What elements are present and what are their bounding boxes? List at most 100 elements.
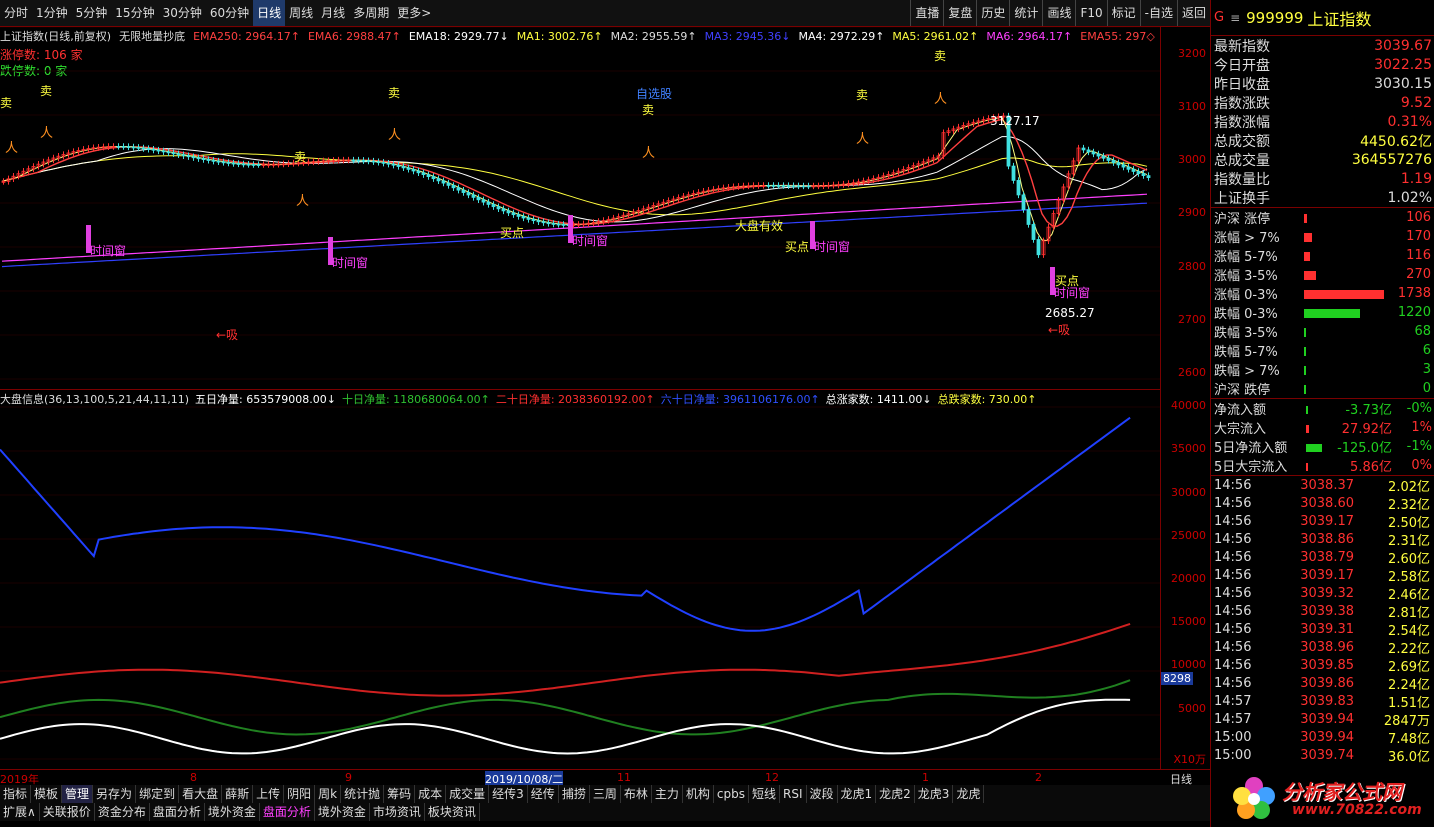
indicator-tab-18[interactable]: 布林 — [621, 785, 652, 803]
period-tab-6[interactable]: 日线 — [253, 0, 286, 26]
indicator-tab-4[interactable]: 绑定到 — [136, 785, 180, 803]
indicator-tab-2[interactable]: 管理 — [62, 785, 94, 803]
distribution-row: 沪深 跌停 0 — [1211, 379, 1434, 398]
tick-row: 14:56 3039.31 2.54亿 — [1211, 620, 1434, 639]
panel-tab-4[interactable]: 境外资金 — [205, 803, 260, 821]
distribution-bar-track — [1302, 250, 1392, 262]
panel-tab-6[interactable]: 境外资金 — [315, 803, 370, 821]
flow-value: -3.73亿 — [1345, 403, 1392, 418]
quote-value: 9.52 — [1400, 94, 1432, 111]
indicator-tab-28[interactable]: 龙虎 — [953, 785, 985, 803]
indicator-tab-23[interactable]: RSI — [780, 785, 807, 803]
indicator-tab-7[interactable]: 上传 — [253, 785, 285, 803]
five-day-net-line — [0, 698, 1131, 755]
period-tab-7[interactable]: 周线 — [285, 0, 317, 26]
quote-value: 3039.67 — [1374, 37, 1432, 54]
panel-tab-3[interactable]: 盘面分析 — [150, 803, 205, 821]
volume-tick-7: 5000 — [1178, 701, 1206, 715]
indicator-tab-24[interactable]: 波段 — [807, 785, 838, 803]
indicator-tab-9[interactable]: 周k — [315, 785, 342, 803]
toolbar-button-5[interactable]: F10 — [1075, 0, 1106, 26]
period-tab-4[interactable]: 30分钟 — [159, 0, 206, 26]
toolbar-button-7[interactable]: -自选 — [1139, 0, 1177, 26]
tick-time: 14:57 — [1214, 711, 1252, 727]
indicator-tab-17[interactable]: 三周 — [590, 785, 621, 803]
breadth-chart[interactable] — [0, 389, 1160, 769]
candle-body — [241, 163, 246, 166]
candle-body — [216, 160, 221, 163]
tick-time: 14:56 — [1214, 531, 1252, 547]
kline-chart[interactable]: 卖卖 卖卖卖卖卖买点买点买点时间窗时间窗时间窗 时间窗时间窗←吸 ←吸自选股3127.… — [0, 27, 1160, 389]
period-tab-10[interactable]: 更多> — [393, 0, 435, 26]
tick-amount: 2.69亿 — [1388, 659, 1430, 675]
candle-body — [211, 159, 216, 162]
indicator-tab-8[interactable]: 阴阳 — [284, 785, 316, 803]
indicator-tab-26[interactable]: 龙虎2 — [876, 785, 915, 803]
period-tab-1[interactable]: 1分钟 — [32, 0, 72, 26]
candle-body — [1141, 173, 1146, 177]
distribution-value: 0 — [1422, 381, 1431, 396]
indicator-tab-10[interactable]: 统计抛 — [341, 785, 385, 803]
tick-list[interactable]: 14:56 3038.37 2.02亿 14:56 3038.60 2.32亿 14:56 3… — [1211, 476, 1434, 765]
candle-body — [356, 159, 361, 162]
indicator-tab-3[interactable]: 另存为 — [93, 785, 137, 803]
candle-body — [1111, 160, 1116, 164]
quote-value: 4450.62亿 — [1360, 133, 1432, 150]
tick-amount: 2.54亿 — [1388, 623, 1430, 639]
tick-amount: 2.22亿 — [1388, 641, 1430, 657]
indicator-tab-27[interactable]: 龙虎3 — [915, 785, 954, 803]
candle-body — [1116, 162, 1121, 166]
period-tab-0[interactable]: 分时 — [0, 0, 32, 26]
panel-tab-1[interactable]: 关联报价 — [40, 803, 95, 821]
quote-label: 上证换手 — [1214, 190, 1270, 207]
toolbar-button-6[interactable]: 标记 — [1106, 0, 1140, 26]
distribution-value: 6 — [1422, 343, 1431, 358]
indicator-tab-25[interactable]: 龙虎1 — [838, 785, 877, 803]
indicator-tab-19[interactable]: 主力 — [652, 785, 683, 803]
group-flag[interactable]: G — [1214, 10, 1224, 25]
indicator-tab-15[interactable]: 经传 — [528, 785, 559, 803]
period-tab-5[interactable]: 60分钟 — [206, 0, 253, 26]
indicator-tab-14[interactable]: 经传3 — [489, 785, 528, 803]
candle-body — [766, 185, 771, 187]
candle-body — [511, 212, 516, 216]
quote-label: 总成交量 — [1214, 152, 1270, 169]
toolbar-button-2[interactable]: 历史 — [976, 0, 1009, 26]
distribution-bar — [1304, 346, 1306, 356]
sell-label: 卖 — [0, 96, 12, 110]
period-tab-8[interactable]: 月线 — [317, 0, 349, 26]
indicator-tab-11[interactable]: 筹码 — [384, 785, 416, 803]
panel-tab-0[interactable]: 扩展∧ — [0, 803, 40, 821]
panel-tab-5[interactable]: 盘面分析 — [260, 803, 315, 821]
indicator-tab-16[interactable]: 捕捞 — [559, 785, 590, 803]
flow-value: 5.86亿 — [1350, 460, 1392, 475]
tick-price: 3039.74 — [1300, 747, 1354, 763]
candle-body — [376, 161, 381, 164]
indicator-tab-20[interactable]: 机构 — [683, 785, 714, 803]
candle-body — [116, 145, 121, 148]
toolbar-button-4[interactable]: 画线 — [1042, 0, 1075, 26]
indicator-tab-13[interactable]: 成交量 — [446, 785, 490, 803]
period-tab-9[interactable]: 多周期 — [349, 0, 393, 26]
period-tab-2[interactable]: 5分钟 — [72, 0, 112, 26]
indicator-tab-5[interactable]: 看大盘 — [179, 785, 223, 803]
indicator-tab-21[interactable]: cpbs — [714, 785, 749, 803]
toolbar-button-0[interactable]: 直播 — [910, 0, 943, 26]
tick-amount: 2.50亿 — [1388, 515, 1430, 531]
candle-body — [371, 160, 376, 163]
toolbar-button-8[interactable]: 返回 — [1176, 0, 1210, 26]
period-tab-3[interactable]: 15分钟 — [111, 0, 158, 26]
panel-tab-2[interactable]: 资金分布 — [95, 803, 150, 821]
panel-tab-8[interactable]: 板块资讯 — [425, 803, 480, 821]
indicator-tab-1[interactable]: 模板 — [31, 785, 63, 803]
toolbar-button-3[interactable]: 统计 — [1009, 0, 1042, 26]
menu-icon[interactable]: ≡ — [1230, 11, 1240, 25]
indicator-tab-6[interactable]: 薛斯 — [222, 785, 254, 803]
panel-tab-7[interactable]: 市场资讯 — [370, 803, 425, 821]
indicator-tab-12[interactable]: 成本 — [415, 785, 447, 803]
price-tick-6: 2600 — [1178, 366, 1206, 380]
distribution-bar-track — [1302, 288, 1392, 300]
indicator-tab-0[interactable]: 指标 — [0, 785, 32, 803]
toolbar-button-1[interactable]: 复盘 — [943, 0, 976, 26]
indicator-tab-22[interactable]: 短线 — [749, 785, 780, 803]
